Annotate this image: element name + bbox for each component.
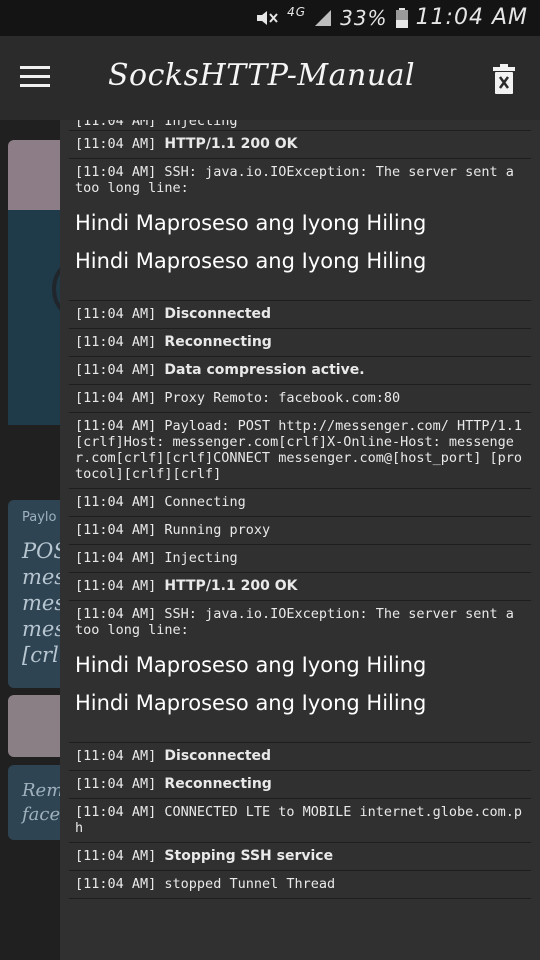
log-row: [11:04 AM] SSH: java.io.IOException: The…	[69, 601, 531, 743]
payload-text: POS mes mes mes [crl	[22, 539, 60, 667]
log-timestamp: [11:04 AM]	[75, 804, 157, 820]
mute-icon	[257, 10, 278, 25]
log-message: Connecting	[164, 494, 246, 510]
log-row: [11:04 AM] Reconnecting	[69, 771, 531, 799]
log-message: Running proxy	[164, 522, 271, 538]
log-row: [11:04 AM] HTTP/1.1 200 OK	[69, 131, 531, 159]
log-message: Disconnected	[164, 748, 272, 764]
server-card	[8, 140, 60, 210]
log-row: [11:04 AM] Reconnecting	[69, 329, 531, 357]
clock: 11:04 AM	[415, 5, 528, 30]
log-html-response: Hindi Maproseso ang Iyong Hiling	[75, 249, 427, 273]
log-drawer[interactable]: [11:04 AM] Injecting [11:04 AM] HTTP/1.1…	[60, 120, 540, 960]
log-row: [11:04 AM] HTTP/1.1 200 OK	[69, 573, 531, 601]
log-row: [11:04 AM] Disconnected	[69, 301, 531, 329]
log-timestamp: [11:04 AM]	[75, 418, 157, 434]
log-row: [11:04 AM] Stopping SSH service	[69, 843, 531, 871]
status-bar: 4G 33% 11:04 AM	[0, 0, 540, 36]
log-row: [11:04 AM] CONNECTED LTE to MOBILE inter…	[69, 799, 531, 843]
payload-label: Paylo	[22, 510, 57, 525]
log-row: [11:04 AM] Data compression active.	[69, 357, 531, 385]
log-message: HTTP/1.1 200 OK	[164, 136, 298, 152]
network-type: 4G	[287, 4, 307, 19]
app-title: SocksHTTP-Manual	[108, 58, 416, 93]
log-timestamp: [11:04 AM]	[75, 164, 157, 180]
payload-card: Paylo POS mes mes mes [crl	[8, 500, 60, 688]
battery-percent: 33%	[340, 5, 388, 30]
log-message: Reconnecting	[164, 776, 272, 792]
connect-card	[8, 210, 60, 425]
log-row-partial-text: [11:04 AM] Injecting	[75, 120, 238, 129]
battery-icon	[395, 7, 408, 28]
log-timestamp: [11:04 AM]	[75, 876, 157, 892]
log-row: [11:04 AM] Running proxy	[69, 517, 531, 545]
log-timestamp: [11:04 AM]	[75, 550, 157, 566]
log-timestamp: [11:04 AM]	[75, 848, 157, 864]
signal-icon	[315, 9, 332, 26]
log-timestamp: [11:04 AM]	[75, 494, 157, 510]
log-row: [11:04 AM] stopped Tunnel Thread	[69, 871, 531, 899]
log-html-response: Hindi Maproseso ang Iyong Hiling	[75, 653, 427, 677]
log-list[interactable]: [11:04 AM] Injecting [11:04 AM] HTTP/1.1…	[69, 120, 531, 899]
log-message: Stopping SSH service	[164, 848, 334, 864]
log-row: [11:04 AM] Payload: POST http://messenge…	[69, 413, 531, 489]
log-row: [11:04 AM] Proxy Remoto: facebook.com:80	[69, 385, 531, 413]
log-message: Injecting	[164, 550, 238, 566]
log-message: Proxy Remoto: facebook.com:80	[164, 390, 401, 406]
log-html-response: Hindi Maproseso ang Iyong Hiling	[75, 211, 427, 235]
log-html-response: Hindi Maproseso ang Iyong Hiling	[75, 691, 427, 715]
settings-card	[8, 695, 60, 757]
log-timestamp: [11:04 AM]	[75, 136, 157, 152]
log-timestamp: [11:04 AM]	[75, 606, 157, 622]
log-message: Data compression active.	[164, 362, 365, 378]
log-timestamp: [11:04 AM]	[75, 334, 157, 350]
log-message: Disconnected	[164, 306, 272, 322]
log-row: [11:04 AM] Disconnected	[69, 743, 531, 771]
log-row: [11:04 AM] SSH: java.io.IOException: The…	[69, 159, 531, 301]
status-icons: 4G 33% 11:04 AM	[255, 5, 528, 30]
log-timestamp: [11:04 AM]	[75, 748, 157, 764]
app-bar: SocksHTTP-Manual	[0, 36, 540, 120]
log-timestamp: [11:04 AM]	[75, 390, 157, 406]
log-message: HTTP/1.1 200 OK	[164, 578, 298, 594]
log-timestamp: [11:04 AM]	[75, 522, 157, 538]
log-timestamp: [11:04 AM]	[75, 776, 157, 792]
delete-trash-icon[interactable]	[492, 64, 516, 94]
remote-proxy-text: Rem face	[22, 780, 60, 825]
log-timestamp: [11:04 AM]	[75, 306, 157, 322]
remote-proxy-card: Rem face	[8, 765, 60, 840]
log-timestamp: [11:04 AM]	[75, 578, 157, 594]
log-row-partial: [11:04 AM] Injecting	[69, 120, 531, 131]
hamburger-menu-icon[interactable]	[20, 66, 50, 90]
log-timestamp: [11:04 AM]	[75, 362, 157, 378]
log-row: [11:04 AM] Injecting	[69, 545, 531, 573]
log-row: [11:04 AM] Connecting	[69, 489, 531, 517]
log-message: stopped Tunnel Thread	[164, 876, 336, 892]
log-message: Reconnecting	[164, 334, 272, 350]
